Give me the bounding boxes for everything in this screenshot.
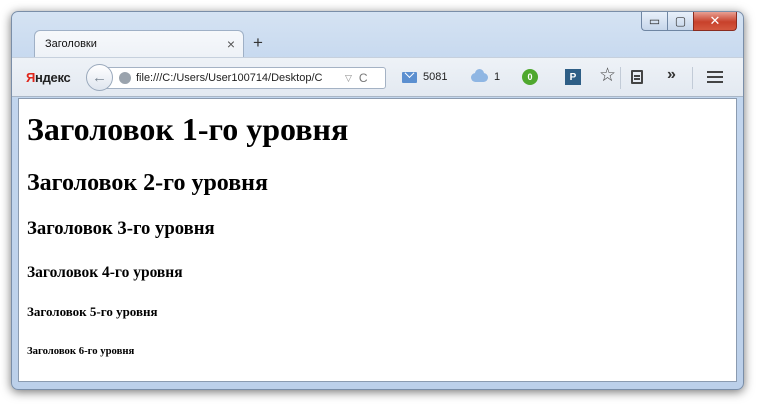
yandex-logo[interactable]: Яндекс bbox=[26, 70, 71, 85]
back-icon: ← bbox=[92, 69, 107, 86]
cloud-icon bbox=[471, 68, 488, 82]
tab-close-icon[interactable]: × bbox=[227, 37, 235, 51]
navigation-toolbar: Яндекс file:///C:/Users/User100714/Deskt… bbox=[12, 57, 743, 97]
globe-icon bbox=[119, 72, 131, 84]
star-icon[interactable]: ☆ bbox=[599, 66, 616, 85]
menu-icon[interactable] bbox=[707, 71, 723, 73]
mail-count: 5081 bbox=[423, 71, 448, 83]
cloud-widget[interactable]: 1 bbox=[471, 68, 501, 83]
heading-level-6: Заголовок 6-го уровня bbox=[27, 345, 135, 357]
heading-level-4: Заголовок 4-го уровня bbox=[27, 264, 183, 281]
minimize-button[interactable]: ▭ bbox=[641, 12, 667, 31]
p-icon[interactable]: P bbox=[565, 69, 581, 85]
page-content: Заголовок 1-го уровня Заголовок 2-го уро… bbox=[18, 98, 737, 382]
back-button[interactable]: ← bbox=[86, 64, 113, 91]
tab-title: Заголовки bbox=[45, 38, 97, 50]
toolbar-separator bbox=[620, 67, 621, 89]
url-text[interactable]: file:///C:/Users/User100714/Desktop/C bbox=[136, 72, 341, 84]
mail-widget[interactable]: 5081 bbox=[402, 71, 447, 83]
window-controls: ▭ ▢ ✕ bbox=[641, 12, 737, 32]
cloud-count: 1 bbox=[494, 71, 501, 83]
browser-window: ▭ ▢ ✕ Заголовки × + Яндекс file:///C:/Us… bbox=[11, 11, 744, 390]
url-dropdown-icon[interactable]: ▽ bbox=[345, 73, 352, 84]
heading-level-3: Заголовок 3-го уровня bbox=[27, 218, 215, 239]
toolbar-separator bbox=[692, 67, 693, 89]
new-tab-button[interactable]: + bbox=[253, 34, 263, 51]
badge-icon[interactable]: 0 bbox=[522, 69, 538, 85]
close-window-button[interactable]: ✕ bbox=[693, 12, 737, 31]
address-bar[interactable]: file:///C:/Users/User100714/Desktop/C ▽ … bbox=[104, 67, 386, 89]
mail-icon bbox=[402, 71, 417, 83]
reload-icon[interactable]: C bbox=[359, 71, 368, 85]
maximize-button[interactable]: ▢ bbox=[667, 12, 693, 31]
heading-level-5: Заголовок 5-го уровня bbox=[27, 304, 158, 319]
more-icon[interactable]: » bbox=[667, 67, 676, 83]
tab-headings[interactable]: Заголовки × bbox=[34, 30, 244, 57]
heading-level-1: Заголовок 1-го уровня bbox=[27, 111, 349, 147]
reader-icon[interactable] bbox=[631, 70, 643, 84]
heading-level-2: Заголовок 2-го уровня bbox=[27, 170, 268, 196]
